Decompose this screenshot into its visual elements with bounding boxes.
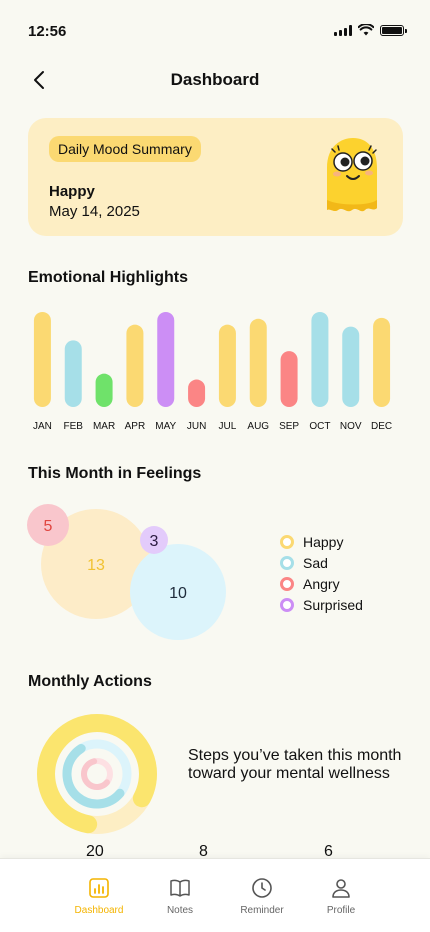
bar-mar [95, 373, 113, 407]
tick-label: AUG [247, 421, 269, 432]
monthly-actions-rings [37, 714, 157, 834]
bubble-surprised-value: 3 [150, 533, 159, 550]
battery-icon [380, 24, 407, 36]
feelings-bubble-chart: 13 10 5 3 [27, 504, 226, 640]
bubble-angry-value: 5 [44, 518, 53, 535]
chart-icon [89, 878, 109, 898]
tab-reminder[interactable]: Reminder [222, 877, 302, 916]
bar-feb [64, 340, 82, 407]
angry-dot-icon [280, 576, 294, 591]
happy-dot-icon [280, 534, 294, 549]
legend-item: Angry [280, 573, 363, 594]
sad-dot-icon [280, 555, 294, 570]
bar-apr [126, 324, 144, 407]
tick-label: JUN [187, 421, 206, 432]
legend-label: Happy [303, 533, 344, 550]
legend-label: Surprised [303, 596, 363, 613]
tab-label: Dashboard [74, 905, 124, 916]
surprised-dot-icon [280, 597, 294, 612]
signal-icon [334, 24, 352, 36]
bar-jun [188, 379, 206, 407]
legend-item: Happy [280, 531, 363, 552]
status-bar: 12:56 [0, 0, 430, 60]
tab-label: Reminder [240, 905, 284, 916]
tick-label: FEB [64, 421, 84, 432]
tick-label: SEP [279, 421, 299, 432]
bubble-happy-value: 13 [87, 557, 105, 574]
book-icon [170, 879, 190, 897]
page-title: Dashboard [170, 70, 260, 89]
summary-badge: Daily Mood Summary [49, 136, 201, 162]
happy-ghost-icon [327, 138, 377, 212]
bar-aug [249, 318, 267, 407]
bar-jan [33, 311, 51, 407]
bubble-sad-value: 10 [169, 585, 187, 602]
bar-nov [342, 326, 360, 407]
feelings-title: This Month in Feelings [28, 465, 202, 482]
bottom-tab-bar: Dashboard Notes Reminder Profile [0, 858, 430, 932]
user-icon [332, 879, 350, 898]
tick-label: MAY [155, 421, 176, 432]
clock-icon [252, 878, 272, 898]
tab-profile[interactable]: Profile [301, 877, 381, 916]
tick-label: APR [125, 421, 146, 432]
mood-summary-card[interactable]: Daily Mood Summary Happy May 14, 2025 [28, 118, 403, 236]
tick-label: OCT [309, 421, 330, 432]
wifi-icon [358, 24, 374, 36]
tab-notes[interactable]: Notes [140, 877, 220, 916]
emotional-highlights-chart: JAN FEB MAR APR MAY JUN JUL AUG SEP OCT NOV DEC [28, 300, 398, 440]
tab-label: Profile [326, 905, 356, 916]
bar-sep [280, 351, 298, 407]
legend-item: Surprised [280, 594, 363, 615]
actions-description: Steps you’ve taken this month toward you… [188, 747, 402, 782]
tick-label: NOV [340, 421, 362, 432]
highlights-title: Emotional Highlights [28, 269, 188, 286]
bar-oct [311, 311, 329, 407]
feelings-legend: Happy Sad Angry Surprised [280, 531, 363, 615]
legend-item: Sad [280, 552, 363, 573]
legend-label: Angry [303, 575, 340, 592]
bar-dec [373, 317, 391, 407]
bar-jul [218, 324, 236, 407]
header: Dashboard [0, 60, 430, 100]
tab-label: Notes [166, 905, 194, 916]
mood-label: Happy [49, 183, 95, 200]
status-time: 12:56 [28, 23, 67, 40]
mood-date: May 14, 2025 [49, 203, 140, 220]
tick-label: DEC [371, 421, 392, 432]
actions-title: Monthly Actions [28, 673, 152, 690]
tick-label: JUL [219, 421, 237, 432]
tick-label: MAR [93, 421, 115, 432]
tab-dashboard[interactable]: Dashboard [59, 877, 139, 916]
status-icons [334, 24, 407, 36]
legend-label: Sad [303, 554, 328, 571]
tick-label: JAN [33, 421, 52, 432]
bar-may [157, 311, 175, 407]
